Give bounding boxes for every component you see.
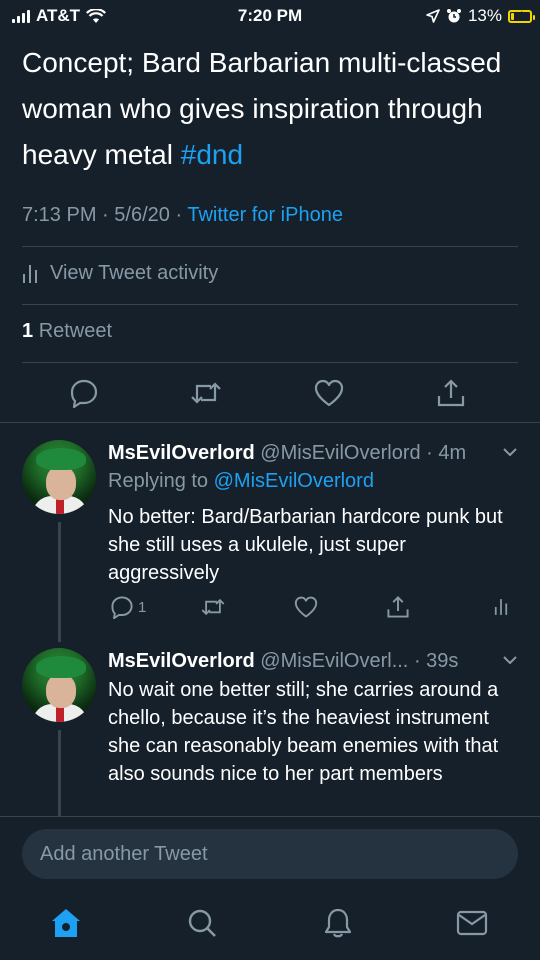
status-bar: AT&T 7:20 PM 13% ⚡ bbox=[0, 0, 540, 34]
reply-button[interactable] bbox=[67, 376, 101, 410]
battery-percent: 13% bbox=[467, 6, 502, 25]
author-name[interactable]: MsEvilOverlord bbox=[108, 650, 255, 672]
view-activity-button[interactable]: View Tweet activity bbox=[22, 262, 218, 285]
retweet-button[interactable] bbox=[200, 594, 226, 620]
avatar[interactable] bbox=[22, 648, 96, 722]
tweet-meta: 7:13 PM · 5/6/20 · Twitter for iPhone bbox=[22, 204, 343, 227]
tweet-text: Concept; Bard Barbarian multi-classed wo… bbox=[22, 40, 522, 178]
reply-icon bbox=[70, 379, 98, 408]
bell-icon bbox=[324, 908, 352, 938]
tweet-source-link[interactable]: Twitter for iPhone bbox=[187, 204, 343, 226]
retweet-count: 1 bbox=[22, 320, 34, 342]
tweet-actions bbox=[0, 376, 540, 416]
retweet-count-link[interactable]: 1 Retweet bbox=[22, 320, 112, 343]
replying-to: Replying to @MisEvilOverlord bbox=[108, 470, 374, 493]
reply-icon bbox=[111, 596, 133, 619]
author-name[interactable]: MsEvilOverlord bbox=[108, 442, 255, 464]
tab-home[interactable] bbox=[46, 903, 86, 943]
tweet-body: Concept; Bard Barbarian multi-classed wo… bbox=[22, 47, 502, 170]
retweet-label: Retweet bbox=[38, 320, 113, 342]
retweet-icon bbox=[191, 382, 221, 404]
tab-notifications[interactable] bbox=[318, 903, 358, 943]
battery-icon: ⚡ bbox=[508, 9, 535, 23]
reply-count: 1 bbox=[138, 598, 147, 616]
thread-line bbox=[58, 522, 61, 642]
chevron-down-icon[interactable] bbox=[502, 446, 518, 458]
like-button[interactable] bbox=[294, 594, 318, 620]
share-button[interactable] bbox=[434, 376, 468, 410]
bar-chart-icon bbox=[23, 264, 37, 283]
tab-bar bbox=[0, 893, 540, 960]
tab-search[interactable] bbox=[182, 903, 222, 943]
reply-time: · 4m bbox=[426, 442, 467, 464]
tweet-activity-button[interactable] bbox=[494, 594, 508, 620]
alarm-icon bbox=[446, 9, 461, 23]
reply-time: · 39s bbox=[413, 650, 459, 672]
thread-line bbox=[58, 730, 61, 818]
replying-label: Replying to bbox=[108, 470, 209, 492]
mail-icon bbox=[456, 910, 488, 936]
meta-separator: · bbox=[102, 204, 109, 226]
share-icon bbox=[387, 596, 409, 618]
tweet-time: 7:13 PM bbox=[22, 204, 97, 226]
search-icon bbox=[188, 909, 216, 937]
like-button[interactable] bbox=[312, 376, 346, 410]
activity-label: View Tweet activity bbox=[50, 262, 219, 284]
author-handle[interactable]: @MisEvilOverlord bbox=[260, 442, 420, 464]
divider bbox=[22, 246, 518, 247]
retweet-icon bbox=[201, 598, 225, 616]
bottom-bar: Add another Tweet bbox=[0, 816, 540, 960]
reply-header: MsEvilOverlord @MisEvilOverlord · 4m bbox=[108, 442, 466, 465]
tweet-date: 5/6/20 bbox=[114, 204, 170, 226]
compose-placeholder: Add another Tweet bbox=[40, 842, 208, 865]
chevron-down-icon[interactable] bbox=[502, 654, 518, 666]
heart-icon bbox=[294, 596, 318, 618]
bar-chart-icon bbox=[494, 599, 508, 615]
reply-button[interactable]: 1 bbox=[110, 594, 146, 620]
divider bbox=[22, 304, 518, 305]
share-icon bbox=[437, 379, 465, 407]
hashtag-link[interactable]: #dnd bbox=[181, 139, 243, 170]
heart-icon bbox=[314, 379, 344, 407]
location-icon bbox=[426, 9, 440, 23]
share-button[interactable] bbox=[386, 594, 410, 620]
divider bbox=[22, 362, 518, 363]
reply-text: No wait one better still; she carries ar… bbox=[108, 679, 499, 785]
reply-header: MsEvilOverlord @MisEvilOverl... · 39s bbox=[108, 650, 458, 673]
meta-separator-2: · bbox=[175, 204, 183, 226]
retweet-button[interactable] bbox=[189, 376, 223, 410]
status-right: 13% ⚡ bbox=[426, 6, 535, 26]
replying-to-link[interactable]: @MisEvilOverlord bbox=[214, 470, 374, 492]
home-icon bbox=[52, 909, 80, 937]
reply-text: No better: Bard/Barbarian hardcore punk … bbox=[108, 506, 503, 584]
section-divider bbox=[0, 422, 540, 423]
author-handle[interactable]: @MisEvilOverl... bbox=[260, 650, 408, 672]
tab-messages[interactable] bbox=[452, 903, 492, 943]
add-tweet-input[interactable]: Add another Tweet bbox=[22, 829, 518, 879]
avatar[interactable] bbox=[22, 440, 96, 514]
